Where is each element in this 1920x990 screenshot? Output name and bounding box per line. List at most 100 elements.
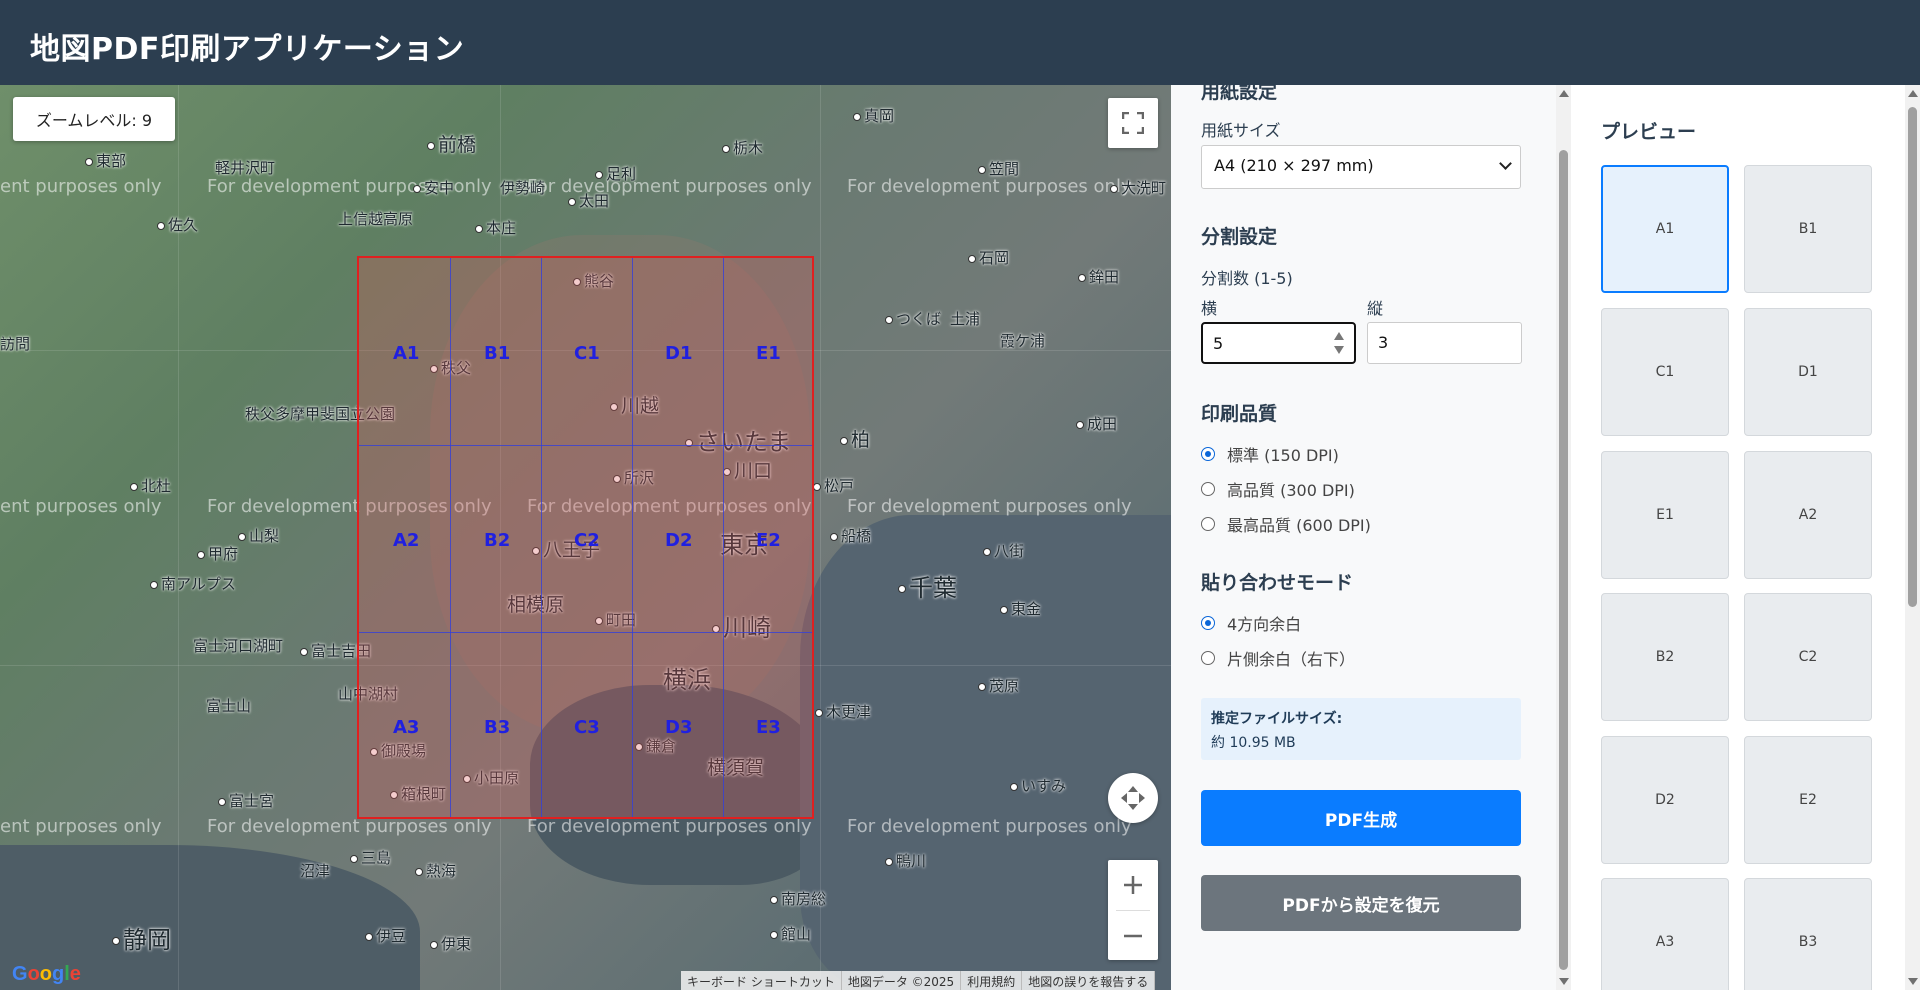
map-place-label: 鉾田 — [1078, 266, 1119, 287]
preview-page[interactable]: B2 — [1601, 593, 1729, 721]
map-place-label: 伊豆 — [365, 925, 406, 946]
radio-icon[interactable] — [1201, 517, 1215, 531]
preview-page[interactable]: D2 — [1601, 736, 1729, 864]
quality-option-high[interactable]: 高品質 (300 DPI) — [1201, 477, 1355, 501]
stepper-icon[interactable] — [1334, 332, 1344, 354]
preview-page[interactable]: B3 — [1744, 878, 1872, 990]
grid-divider — [359, 632, 812, 633]
estimated-filesize-box: 推定ファイルサイズ: 約 10.95 MB — [1201, 698, 1521, 760]
watermark: ent purposes only — [0, 176, 162, 197]
zoom-in-button[interactable] — [1108, 860, 1158, 910]
radio-icon[interactable] — [1201, 651, 1215, 665]
preview-page[interactable]: A3 — [1601, 878, 1729, 990]
map-place-label: 船橋 — [830, 525, 871, 546]
watermark: ent purposes only — [0, 816, 162, 837]
map-place-label: 土浦 — [950, 310, 981, 328]
scrollbar-thumb[interactable] — [1559, 150, 1568, 970]
map-place-label: 山梨 — [238, 525, 279, 546]
watermark: ent purposes only — [0, 496, 162, 517]
settings-scrollbar[interactable] — [1556, 85, 1571, 990]
radio-label: 標準 (150 DPI) — [1227, 446, 1339, 465]
map-place-label: 足利 — [595, 163, 636, 184]
grid-cell-label: C2 — [574, 530, 600, 551]
print-area-overlay[interactable]: A1 B1 C1 D1 E1 A2 B2 C2 D2 E2 A3 B3 C3 D… — [357, 256, 814, 819]
zoom-control — [1108, 860, 1158, 960]
radio-checked-icon[interactable] — [1201, 447, 1215, 461]
chevron-down-icon — [1499, 157, 1512, 170]
scroll-down-icon[interactable] — [1559, 978, 1569, 985]
paste-option-one-side[interactable]: 片側余白（右下） — [1201, 646, 1355, 670]
preview-page[interactable]: A1 — [1601, 165, 1729, 293]
map-place-label: 鴨川 — [885, 850, 926, 871]
map-place-label: 富士山 — [206, 697, 252, 715]
map-place-label: 安中 — [413, 177, 454, 198]
preview-page[interactable]: B1 — [1744, 165, 1872, 293]
map-place-label: 上信越高原 — [338, 210, 414, 228]
paste-option-four-sides[interactable]: 4方向余白 — [1201, 611, 1301, 635]
paper-size-value: A4 (210 × 297 mm) — [1214, 156, 1374, 175]
scroll-up-icon[interactable] — [1908, 90, 1918, 97]
grid-cell-label: D3 — [665, 717, 693, 738]
map-place-label: 八街 — [983, 540, 1024, 561]
radio-label: 最高品質 (600 DPI) — [1227, 516, 1371, 535]
zoom-level-badge: ズームレベル: 9 — [13, 97, 175, 141]
grid-cell-label: B3 — [484, 717, 511, 738]
vertical-count-input[interactable]: 3 — [1367, 322, 1522, 364]
map-place-label: 南アルプス — [150, 573, 236, 594]
preview-page[interactable]: E2 — [1744, 736, 1872, 864]
grid-divider — [723, 258, 724, 817]
preview-scrollbar[interactable] — [1905, 85, 1920, 990]
map-place-label: 太田 — [568, 190, 609, 211]
zoom-out-button[interactable] — [1108, 911, 1158, 961]
grid-cell-label: C3 — [574, 717, 600, 738]
map-place-label: 大洗町 — [1110, 177, 1166, 198]
keyboard-shortcuts-link[interactable]: キーボード ショートカット — [681, 971, 842, 990]
grid-cell-label: E3 — [756, 717, 781, 738]
paper-size-label: 用紙サイズ — [1201, 121, 1281, 140]
app-title: 地図PDF印刷アプリケーション — [30, 32, 465, 67]
map-place-label: 成田 — [1076, 413, 1117, 434]
preview-page[interactable]: C2 — [1744, 593, 1872, 721]
map-place-label: 前橋 — [427, 130, 476, 157]
map-place-label: 霞ケ浦 — [1000, 332, 1046, 350]
preview-page[interactable]: E1 — [1601, 451, 1729, 579]
map-place-label: 東金 — [1000, 598, 1041, 619]
paper-size-select[interactable]: A4 (210 × 297 mm) — [1201, 145, 1521, 189]
radio-checked-icon[interactable] — [1201, 616, 1215, 630]
scroll-up-icon[interactable] — [1559, 90, 1569, 97]
scroll-down-icon[interactable] — [1908, 978, 1918, 985]
radio-icon[interactable] — [1201, 482, 1215, 496]
restore-from-pdf-button[interactable]: PDFから設定を復元 — [1201, 875, 1521, 931]
map-place-label: 沼津 — [300, 862, 331, 880]
minus-icon — [1124, 934, 1142, 938]
report-error-link[interactable]: 地図の誤りを報告する — [1022, 971, 1156, 990]
preview-page[interactable]: D1 — [1744, 308, 1872, 436]
watermark: For development purposes only — [847, 496, 1132, 517]
preview-page[interactable]: C1 — [1601, 308, 1729, 436]
terms-link[interactable]: 利用規約 — [961, 971, 1023, 990]
map-view[interactable]: ent purposes only For development purpos… — [0, 85, 1171, 990]
camera-control-button[interactable] — [1108, 773, 1158, 823]
generate-pdf-button[interactable]: PDF生成 — [1201, 790, 1521, 846]
scrollbar-thumb[interactable] — [1908, 107, 1917, 607]
fullscreen-button[interactable] — [1108, 98, 1158, 148]
map-place-label: 東部 — [85, 150, 126, 171]
map-place-label: 伊勢崎 — [500, 179, 546, 197]
paper-settings-heading: 用紙設定 — [1201, 85, 1278, 103]
horizontal-count-input[interactable]: 5 — [1201, 322, 1356, 364]
preview-page[interactable]: A2 — [1744, 451, 1872, 579]
grid-cell-label: C1 — [574, 343, 600, 364]
grid-cell-label: D2 — [665, 530, 693, 551]
quality-option-standard[interactable]: 標準 (150 DPI) — [1201, 442, 1339, 466]
map-place-label: 柏 — [840, 425, 870, 452]
grid-cell-label: D1 — [665, 343, 693, 364]
quality-option-highest[interactable]: 最高品質 (600 DPI) — [1201, 512, 1371, 536]
map-place-label: 千葉 — [898, 568, 957, 603]
map-data-credit: 地図データ ©2025 — [842, 971, 962, 990]
filesize-value: 約 10.95 MB — [1211, 735, 1296, 751]
watermark: For development purposes only — [527, 816, 812, 837]
preview-title: プレビュー — [1601, 121, 1697, 143]
map-place-label: 笠間 — [978, 158, 1019, 179]
map-place-label: 茂原 — [978, 675, 1019, 696]
radio-label: 高品質 (300 DPI) — [1227, 481, 1355, 500]
